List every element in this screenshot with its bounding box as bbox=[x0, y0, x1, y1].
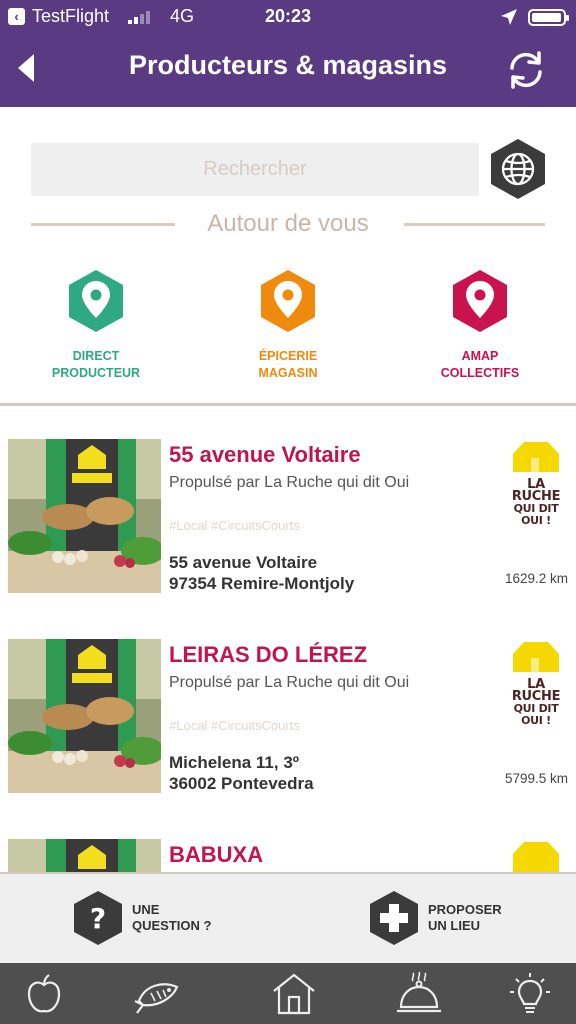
category-label: AMAP bbox=[461, 349, 499, 363]
result-tags: #Local #CircuitsCourts bbox=[169, 518, 300, 533]
result-tags: #Local #CircuitsCourts bbox=[169, 718, 300, 733]
beehive-house-icon bbox=[513, 442, 559, 472]
category-label: DIRECT bbox=[72, 349, 120, 363]
logo-text: QUI DIT OUI ! bbox=[513, 702, 559, 727]
page-title: Producteurs & magasins bbox=[128, 50, 448, 80]
result-title[interactable]: BABUXA bbox=[169, 842, 263, 868]
category-label: ÉPICERIE bbox=[258, 349, 318, 363]
la-ruche-logo bbox=[509, 840, 563, 872]
tab-bar bbox=[0, 963, 576, 1024]
question-label: UNE bbox=[132, 902, 160, 917]
la-ruche-logo: LA RUCHE QUI DIT OUI ! bbox=[509, 440, 563, 527]
category-epicerie-magasin[interactable]: ÉPICERIE MAGASIN bbox=[223, 268, 353, 382]
propose-label: PROPOSER bbox=[428, 902, 502, 917]
address-line: 97354 Remire-Montjoly bbox=[169, 574, 355, 593]
question-button[interactable]: ? UNE QUESTION ? bbox=[72, 890, 211, 946]
question-icon: ? bbox=[74, 891, 122, 945]
globe-icon[interactable] bbox=[487, 137, 549, 201]
svg-text:?: ? bbox=[90, 902, 106, 935]
logo-text: LA RUCHE bbox=[511, 477, 561, 504]
cloche-icon[interactable] bbox=[395, 971, 443, 1017]
result-address: 55 avenue Voltaire 97354 Remire-Montjoly bbox=[169, 552, 354, 594]
category-label: MAGASIN bbox=[258, 366, 318, 380]
location-arrow-icon bbox=[501, 9, 517, 25]
fish-icon[interactable] bbox=[133, 971, 181, 1017]
search-input[interactable] bbox=[31, 143, 479, 196]
list-item[interactable]: LEIRAS DO LÉREZ Propulsé par La Ruche qu… bbox=[0, 606, 576, 806]
result-distance: 1629.2 km bbox=[504, 571, 568, 586]
address-line: 36002 Pontevedra bbox=[169, 774, 314, 793]
category-label: PRODUCTEUR bbox=[51, 366, 141, 380]
battery-icon bbox=[528, 9, 569, 26]
screen: ‹ TestFlight 4G 20:23 Producteurs & maga… bbox=[0, 0, 576, 1024]
producer-photo bbox=[8, 439, 161, 593]
category-direct-producteur[interactable]: DIRECT PRODUCTEUR bbox=[31, 268, 161, 382]
beehive-house-icon bbox=[513, 842, 559, 872]
beehive-house-icon bbox=[513, 642, 559, 672]
logo-text: LA RUCHE bbox=[511, 677, 561, 704]
map-pin-icon bbox=[69, 270, 123, 332]
category-amap-collectifs[interactable]: AMAP COLLECTIFS bbox=[415, 268, 545, 382]
status-bar: ‹ TestFlight 4G 20:23 bbox=[0, 0, 576, 34]
address-line: Michelena 11, 3º bbox=[169, 753, 299, 772]
producer-photo bbox=[8, 839, 161, 872]
logo-text: QUI DIT OUI ! bbox=[513, 502, 559, 527]
nearby-divider: Autour de vous bbox=[31, 206, 545, 246]
result-title[interactable]: 55 avenue Voltaire bbox=[169, 442, 361, 468]
propose-place-button[interactable]: PROPOSER UN LIEU bbox=[368, 890, 502, 946]
result-powered-by: Propulsé par La Ruche qui dit Oui bbox=[169, 674, 410, 691]
action-bar: ? UNE QUESTION ? PROPOSER UN LIEU bbox=[0, 872, 576, 963]
map-pin-icon bbox=[261, 270, 315, 332]
results-list[interactable]: 55 avenue Voltaire Propulsé par La Ruche… bbox=[0, 406, 576, 872]
refresh-icon[interactable] bbox=[504, 48, 548, 92]
result-powered-by: Propulsé par La Ruche qui dit Oui bbox=[169, 474, 410, 491]
lightbulb-icon[interactable] bbox=[506, 971, 554, 1017]
home-icon[interactable] bbox=[270, 971, 318, 1017]
producer-photo bbox=[8, 639, 161, 793]
list-item[interactable]: 55 avenue Voltaire Propulsé par La Ruche… bbox=[0, 406, 576, 606]
apple-icon[interactable] bbox=[20, 971, 68, 1017]
clock: 20:23 bbox=[264, 6, 312, 26]
category-label: COLLECTIFS bbox=[440, 366, 520, 380]
address-line: 55 avenue Voltaire bbox=[169, 553, 318, 572]
result-address: Michelena 11, 3º 36002 Pontevedra bbox=[169, 752, 314, 794]
propose-label: UN LIEU bbox=[428, 918, 480, 933]
result-title[interactable]: LEIRAS DO LÉREZ bbox=[169, 642, 367, 668]
list-item[interactable]: BABUXA bbox=[0, 806, 576, 872]
question-label: QUESTION ? bbox=[132, 918, 212, 933]
top-bar: ‹ TestFlight 4G 20:23 Producteurs & maga… bbox=[0, 0, 576, 107]
la-ruche-logo: LA RUCHE QUI DIT OUI ! bbox=[509, 640, 563, 727]
result-distance: 5799.5 km bbox=[504, 771, 568, 786]
plus-icon bbox=[370, 891, 418, 945]
map-pin-icon bbox=[453, 270, 507, 332]
